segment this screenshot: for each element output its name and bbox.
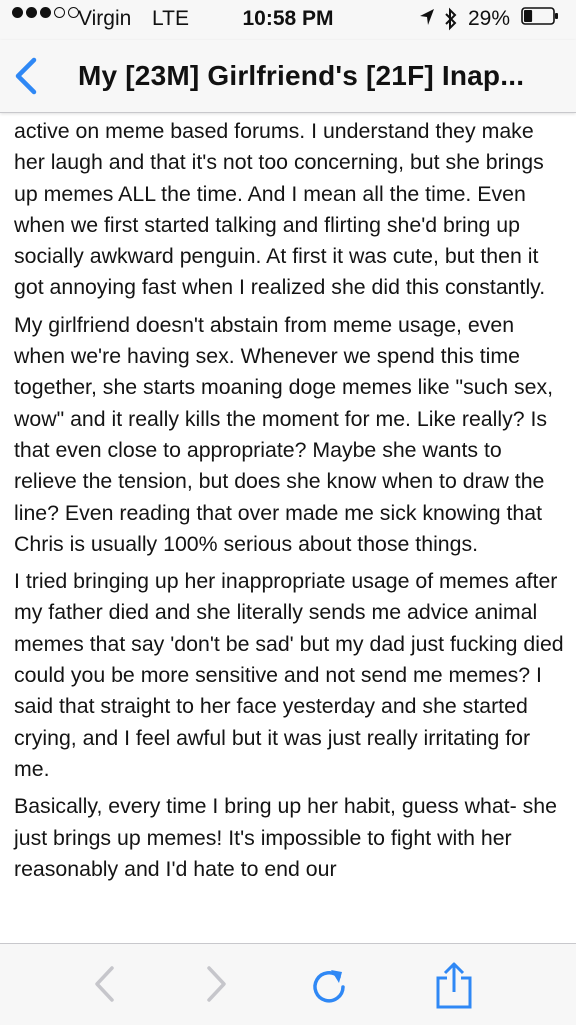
web-content[interactable]: active on meme based forums. I understan… [0,113,576,943]
status-bar: Virgin LTE 10:58 PM 29% [0,0,576,40]
article-paragraph: My girlfriend doesn't abstain from meme … [14,312,554,556]
share-icon [436,962,472,1009]
chevron-right-icon [207,966,226,1002]
chevron-left-icon [15,57,37,95]
article-body: active on meme based forums. I understan… [14,116,570,891]
share-button[interactable] [432,962,476,1009]
battery-fill [524,10,533,22]
reload-button[interactable] [307,962,351,1006]
battery-icon [521,7,558,25]
article-paragraph: I tried bringing up her inappropriate us… [14,569,564,781]
reload-icon [313,970,345,1003]
page-title: My [23M] Girlfriend's [21F] Inap... [78,60,525,91]
article-paragraph: Basically, every time I bring up her hab… [14,794,557,881]
article-paragraph: active on meme based forums. I understan… [14,119,546,300]
bluetooth-icon [443,7,459,37]
battery-percentage: 29% [468,7,511,30]
browser-toolbar [0,943,576,1025]
chevron-left-icon [95,966,114,1002]
back-button[interactable] [10,54,46,98]
toolbar-back-button[interactable] [83,962,127,1006]
navigation-bar: My [23M] Girlfriend's [21F] Inap... [0,40,576,113]
location-arrow-icon [418,7,436,33]
toolbar-forward-button[interactable] [194,962,238,1006]
